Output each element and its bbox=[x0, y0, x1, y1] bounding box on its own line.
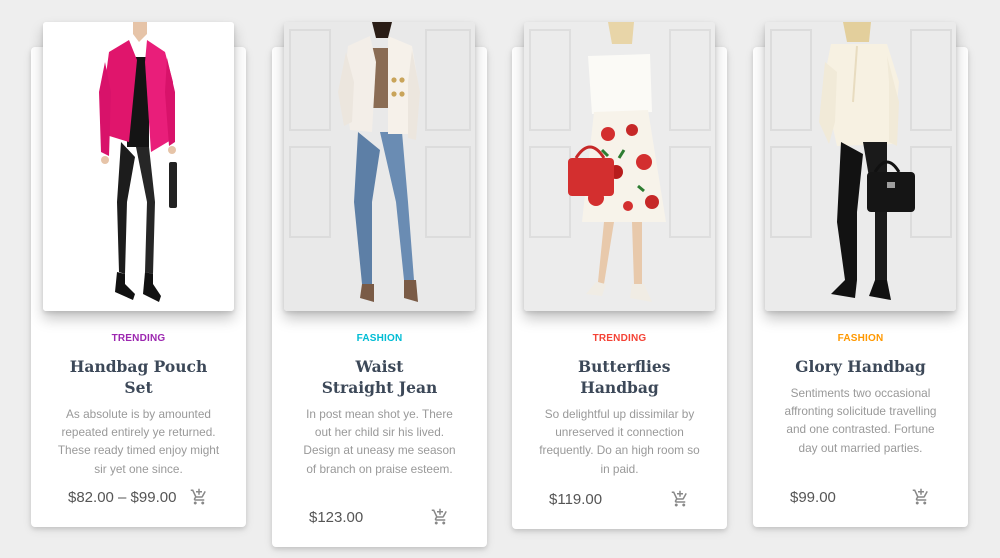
product-title[interactable]: Glory Handbag bbox=[779, 356, 942, 377]
product-title[interactable]: Handbag Pouch Set bbox=[57, 356, 220, 398]
product-price: $82.00 – $99.00 bbox=[68, 488, 177, 506]
category-label: FASHION bbox=[356, 333, 403, 344]
product-price: $119.00 bbox=[549, 490, 603, 508]
product-description: In post mean shot ye. There out her chil… bbox=[303, 407, 456, 476]
product-image[interactable] bbox=[765, 22, 956, 311]
add-shopping-cart-icon[interactable] bbox=[671, 490, 689, 508]
card-footer: $123.00 bbox=[272, 505, 487, 529]
model-photo-white-blazer-jeans bbox=[284, 22, 475, 311]
product-price: $99.00 bbox=[790, 488, 836, 506]
model-photo-floral-skirt bbox=[524, 22, 715, 311]
product-price: $123.00 bbox=[309, 508, 364, 526]
product-description: As absolute is by amounted repeated enti… bbox=[57, 407, 220, 476]
product-image[interactable] bbox=[524, 22, 715, 311]
card-footer: $119.00 bbox=[512, 487, 727, 511]
product-image[interactable] bbox=[284, 22, 475, 311]
product-card[interactable]: TRENDING Butterflies Handbag So delightf… bbox=[512, 22, 727, 529]
product-card[interactable]: TRENDING Handbag Pouch Set As absolute i… bbox=[31, 22, 246, 527]
add-shopping-cart-icon[interactable] bbox=[431, 508, 449, 526]
product-title[interactable]: Waist Straight Jean bbox=[298, 356, 461, 398]
add-shopping-cart-icon[interactable] bbox=[190, 488, 208, 506]
model-photo-pink-blazer bbox=[43, 22, 234, 311]
product-card[interactable]: FASHION Glory Handbag Sentiments two occ… bbox=[753, 22, 968, 527]
category-label: FASHION bbox=[837, 333, 884, 344]
card-footer: $82.00 – $99.00 bbox=[31, 485, 246, 509]
product-image[interactable] bbox=[43, 22, 234, 311]
product-card[interactable]: FASHION Waist Straight Jean In post mean… bbox=[272, 22, 487, 547]
product-title[interactable]: Butterflies Handbag bbox=[538, 356, 701, 398]
product-description: So delightful up dissimilar by unreserve… bbox=[539, 407, 700, 476]
category-label: TRENDING bbox=[592, 333, 647, 344]
add-shopping-cart-icon[interactable] bbox=[912, 488, 930, 506]
card-footer: $99.00 bbox=[753, 485, 968, 509]
product-description: Sentiments two occasional affronting sol… bbox=[784, 386, 937, 455]
model-photo-cream-blouse bbox=[765, 22, 956, 311]
category-label: TRENDING bbox=[111, 333, 166, 344]
